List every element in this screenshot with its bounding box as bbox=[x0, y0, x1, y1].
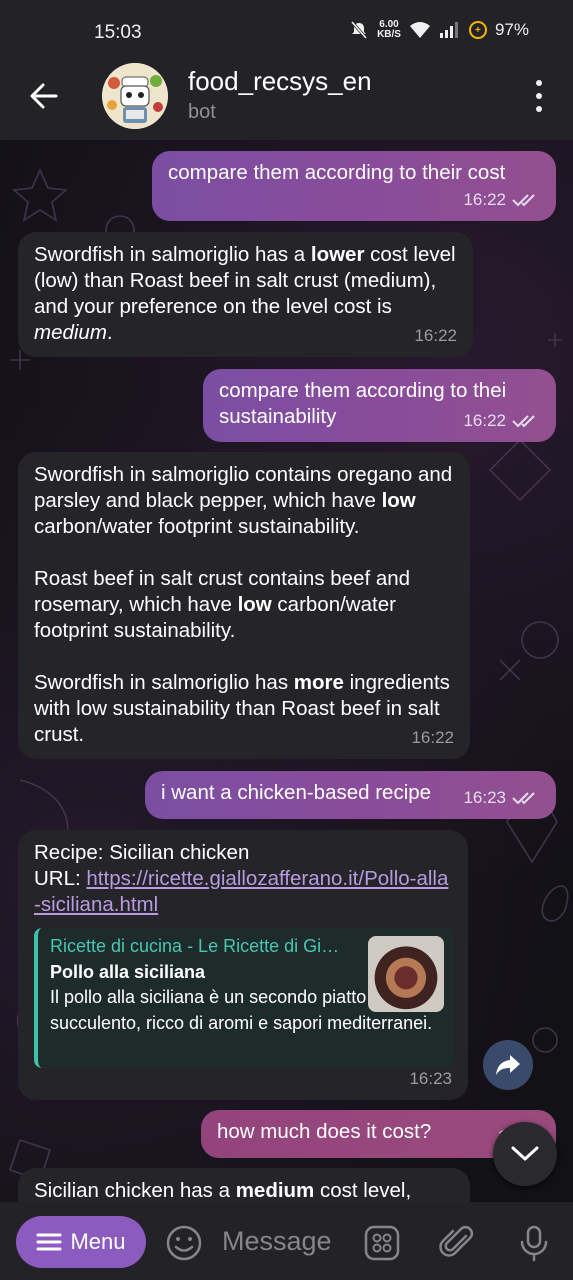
recipe-link[interactable]: https://ricette.giallozafferano.it/Pollo… bbox=[34, 867, 448, 916]
incoming-message[interactable]: Swordfish in salmoriglio has a lower cos… bbox=[18, 232, 473, 357]
recipe-line: Recipe: Sicilian chicken bbox=[34, 841, 250, 864]
bot-keyboard-icon bbox=[364, 1225, 400, 1261]
text-run: cost level, bbox=[314, 1179, 412, 1202]
text-run: Swordfish in salmoriglio has a bbox=[34, 243, 311, 266]
bot-keyboard-button[interactable] bbox=[362, 1223, 402, 1263]
link-preview[interactable]: Ricette di cucina - Le Ricette di Giallo… bbox=[34, 928, 454, 1068]
emoji-button[interactable] bbox=[164, 1223, 204, 1263]
text-run: Sicilian chicken has a bbox=[34, 1179, 236, 1202]
outgoing-message[interactable]: compare them according to their cost 16:… bbox=[152, 151, 556, 221]
message-timestamp: 16:23 bbox=[463, 788, 506, 807]
share-button[interactable] bbox=[483, 1040, 533, 1090]
menu-dot bbox=[536, 93, 542, 99]
message-input[interactable]: Message bbox=[222, 1226, 332, 1257]
message-paragraph: Swordfish in salmoriglio contains oregan… bbox=[34, 462, 454, 540]
message-timestamp: 16:23 bbox=[409, 1069, 452, 1088]
status-bar: 15:03 6.00 KB/S + 97% bbox=[0, 0, 573, 62]
back-button[interactable] bbox=[26, 78, 62, 114]
bold-text: low bbox=[381, 489, 416, 512]
message-text: Swordfish in salmoriglio has a lower cos… bbox=[34, 242, 457, 346]
mute-icon bbox=[350, 21, 368, 39]
attach-button[interactable] bbox=[438, 1223, 478, 1263]
status-icons: 6.00 KB/S + 97% bbox=[349, 20, 529, 40]
battery-level: 97% bbox=[494, 20, 529, 39]
incoming-message[interactable]: Recipe: Sicilian chicken URL: https://ri… bbox=[18, 830, 468, 1100]
double-check-icon bbox=[512, 792, 535, 805]
bot-avatar[interactable] bbox=[102, 63, 168, 129]
mic-icon bbox=[520, 1225, 548, 1262]
message-timestamp: 16:22 bbox=[414, 326, 457, 345]
emoji-icon bbox=[166, 1225, 202, 1261]
message-timestamp: 16:22 bbox=[463, 190, 506, 209]
menu-label: Menu bbox=[70, 1229, 126, 1254]
share-icon bbox=[496, 1055, 520, 1075]
bold-text: lower bbox=[310, 243, 365, 266]
chat-header: 15:03 6.00 KB/S + 97% food_recsys_en bot bbox=[0, 0, 573, 140]
url-line: URL: https://ricette.giallozafferano.it/… bbox=[34, 866, 452, 918]
double-check-icon bbox=[512, 415, 535, 428]
menu-dot bbox=[536, 80, 542, 86]
message-time: 16:22 bbox=[463, 408, 540, 434]
message-paragraph: Roast beef in salt crust contains beef a… bbox=[34, 566, 454, 644]
italic-text: medium bbox=[34, 321, 107, 344]
text-run: Swordfish in salmoriglio has bbox=[34, 671, 294, 694]
bold-text: more bbox=[293, 671, 344, 694]
message-composer: Menu Message bbox=[0, 1202, 573, 1280]
menu-dot bbox=[536, 106, 542, 112]
incoming-message[interactable]: Swordfish in salmoriglio contains oregan… bbox=[18, 452, 470, 759]
preview-thumbnail[interactable] bbox=[368, 936, 444, 1012]
message-time: 16:22 bbox=[463, 187, 540, 213]
chat-title[interactable]: food_recsys_en bbox=[188, 66, 372, 97]
voice-button[interactable] bbox=[514, 1223, 554, 1263]
wifi-icon bbox=[409, 22, 430, 38]
network-speed-unit: KB/S bbox=[377, 29, 401, 40]
text-run: . bbox=[106, 321, 113, 344]
outgoing-message[interactable]: compare them according to thei sustainab… bbox=[203, 369, 556, 442]
message-paragraph: Swordfish in salmoriglio has more ingred… bbox=[34, 670, 454, 748]
message-timestamp: 16:22 bbox=[463, 411, 506, 430]
message-text: how much does it cost? bbox=[217, 1120, 432, 1143]
double-check-icon bbox=[512, 194, 535, 207]
outgoing-message[interactable]: i want a chicken-based recipe 16:23 bbox=[145, 771, 556, 819]
status-time: 15:03 bbox=[94, 22, 142, 43]
back-arrow-icon bbox=[30, 83, 58, 109]
network-speed: 6.00 KB/S bbox=[377, 20, 401, 40]
bot-menu-button[interactable]: Menu bbox=[16, 1216, 146, 1268]
message-timestamp: 16:22 bbox=[411, 728, 454, 747]
bold-text: medium bbox=[235, 1179, 315, 1202]
url-label: URL: bbox=[34, 867, 87, 890]
more-vert-icon[interactable] bbox=[533, 80, 545, 112]
hamburger-icon bbox=[36, 1233, 62, 1251]
chevron-down-icon bbox=[511, 1146, 539, 1161]
chat-subtitle: bot bbox=[188, 101, 216, 123]
message-text: Sicilian chicken has a medium cost level… bbox=[34, 1178, 454, 1204]
message-text: compare them according to their cost bbox=[168, 161, 506, 184]
battery-saver-icon: + bbox=[468, 21, 487, 39]
message-time: 16:23 bbox=[463, 785, 540, 811]
scroll-down-button[interactable] bbox=[493, 1122, 557, 1186]
preview-site-name: Ricette di cucina - Le Ricette di Giallo… bbox=[50, 936, 340, 956]
bold-text: low bbox=[237, 593, 272, 616]
robot-chef-avatar-icon bbox=[102, 63, 168, 129]
signal-icon bbox=[439, 22, 458, 38]
attach-icon bbox=[439, 1225, 474, 1257]
text-run: carbon/water footprint sustainability. bbox=[34, 515, 360, 538]
